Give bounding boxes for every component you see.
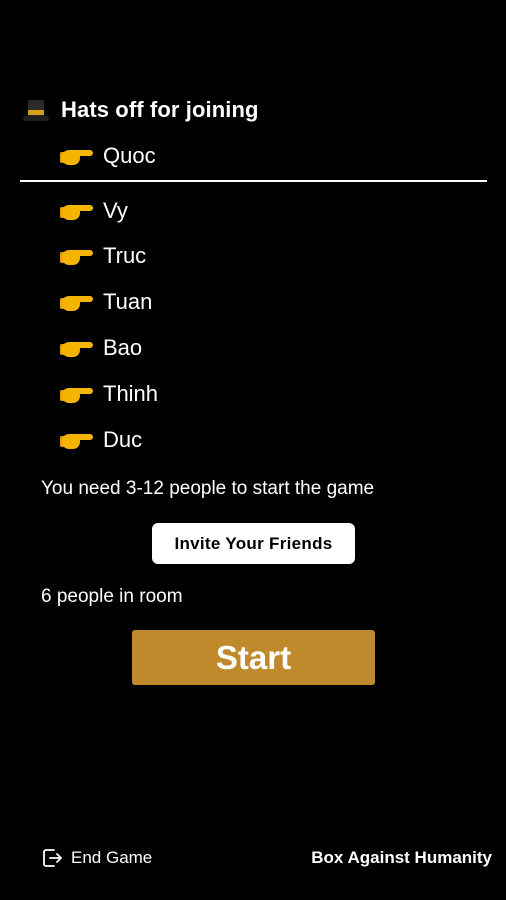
- player-name: Quoc: [103, 143, 156, 168]
- player-name: Vy: [103, 198, 128, 223]
- exit-icon: [43, 849, 62, 867]
- host-player-item: Quoc: [60, 140, 156, 172]
- pointing-hand-icon: [60, 200, 94, 222]
- app-brand: Box Against Humanity: [311, 848, 492, 867]
- start-game-button[interactable]: Start: [132, 630, 375, 685]
- pointing-hand-icon: [60, 291, 94, 313]
- host-divider: [20, 180, 487, 182]
- player-name: Truc: [103, 243, 147, 268]
- player-name: Duc: [103, 427, 143, 452]
- player-item: Vy: [60, 195, 128, 227]
- player-item: Truc: [60, 240, 147, 272]
- player-item: Tuan: [60, 286, 153, 318]
- player-item: Thinh: [60, 378, 159, 410]
- pointing-hand-icon: [60, 383, 94, 405]
- end-game-label: End Game: [71, 848, 153, 867]
- player-name: Bao: [103, 335, 143, 360]
- pointing-hand-icon: [60, 337, 94, 359]
- player-name: Tuan: [103, 289, 153, 314]
- player-requirement-notice: You need 3-12 people to start the game: [41, 478, 375, 499]
- room-count-label: 6 people in room: [41, 586, 183, 607]
- page-title: Hats off for joining: [61, 97, 259, 122]
- end-game-button[interactable]: End Game: [40, 845, 152, 871]
- lobby-header: Hats off for joining: [22, 94, 259, 126]
- pointing-hand-icon: [60, 245, 94, 267]
- top-hat-icon: [22, 97, 50, 123]
- invite-friends-button[interactable]: Invite Your Friends: [152, 523, 355, 564]
- pointing-hand-icon: [60, 429, 94, 451]
- player-name: Thinh: [103, 381, 159, 406]
- player-item: Bao: [60, 332, 143, 364]
- pointing-hand-icon: [60, 145, 94, 167]
- player-item: Duc: [60, 424, 143, 456]
